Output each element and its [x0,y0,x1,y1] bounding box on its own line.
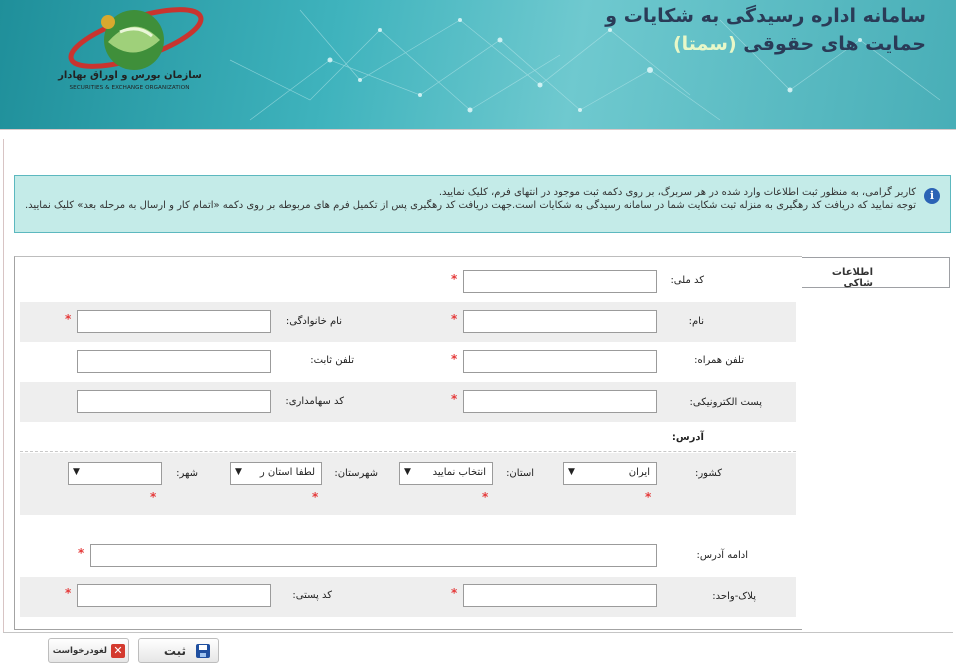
plaque-label: پلاک-واحد: [712,591,756,602]
address-divider [20,451,796,452]
save-icon [196,644,210,658]
title-line-1: سامانه اداره رسیدگی به شکایات و [605,5,926,27]
postal-code-input[interactable] [77,584,271,607]
country-value: ایران [628,467,650,478]
required-mark: * [150,490,157,504]
mobile-label: تلفن همراه: [694,355,744,366]
submit-label: ثبت [163,644,186,658]
province-label: استان: [506,468,534,479]
required-mark: * [645,490,652,504]
email-label: پست الکترونیکی: [689,397,762,408]
required-mark: * [451,272,458,286]
shareholder-code-label: کد سهامداری: [285,396,344,407]
notice-line-1: کاربر گرامی، به منظور ثبت اطلاعات وارد ش… [438,187,916,198]
notice-text: کاربر گرامی، به منظور ثبت اطلاعات وارد ش… [21,186,916,212]
dropdown-arrow-icon: ▼ [404,467,411,477]
county-value: لطفا استان ر [259,467,315,478]
national-code-label: کد ملی: [670,275,704,286]
required-mark: * [482,490,489,504]
county-select[interactable]: لطفا استان ر ▼ [230,462,322,485]
required-mark: * [451,352,458,366]
cancel-icon: ✕ [111,644,125,658]
required-mark: * [312,490,319,504]
city-label: شهر: [176,468,198,479]
phone-label: تلفن ثابت: [310,355,354,366]
last-name-input[interactable] [77,310,271,333]
province-value: انتخاب نمایید [432,467,486,478]
national-code-input[interactable] [463,270,657,293]
address-more-label: ادامه آدرس: [696,550,748,561]
system-title: سامانه اداره رسیدگی به شکایات و حمایت ها… [605,2,926,58]
county-label: شهرستان: [334,468,378,479]
dropdown-arrow-icon: ▼ [73,467,80,477]
city-select[interactable]: ▼ [68,462,162,485]
required-mark: * [65,312,72,326]
required-mark: * [451,312,458,326]
mobile-input[interactable] [463,350,657,373]
title-abbreviation: (سمتا) [672,33,737,55]
cancel-label: لغودرخواست [52,646,107,656]
country-select[interactable]: ایران ▼ [563,462,657,485]
submit-button[interactable]: ثبت [138,638,219,663]
tab-label: اطلاعات شاکی [831,267,873,289]
title-line-2: حمایت های حقوقی (سمتا) [605,30,926,58]
info-icon: i [924,188,940,204]
tab-complainant-info[interactable]: اطلاعات شاکی [802,257,950,289]
page-header: سازمان بورس و اوراق بهادار SECURITIES & … [0,0,956,129]
dropdown-arrow-icon: ▼ [235,467,242,477]
org-name-en: SECURITIES & EXCHANGE ORGANIZATION [69,85,190,91]
phone-input[interactable] [77,350,271,373]
first-name-label: نام: [688,316,704,327]
country-label: کشور: [694,468,722,479]
last-name-label: نام خانوادگی: [285,316,342,327]
required-mark: * [78,546,85,560]
address-more-input[interactable] [90,544,657,567]
seo-logo-icon [68,7,204,70]
org-name-fa: سازمان بورس و اوراق بهادار [58,70,202,81]
plaque-input[interactable] [463,584,657,607]
required-mark: * [451,586,458,600]
dropdown-arrow-icon: ▼ [568,467,575,477]
address-heading: آدرس: [671,432,704,443]
first-name-input[interactable] [463,310,657,333]
required-mark: * [451,392,458,406]
postal-code-label: کد پستی: [292,590,332,601]
footer-divider [3,632,953,633]
cancel-request-button[interactable]: ✕ لغودرخواست [48,638,129,663]
required-mark: * [65,586,72,600]
info-notice: i کاربر گرامی، به منظور ثبت اطلاعات وارد… [14,175,951,233]
notice-line-2: توجه نمایید که دریافت کد رهگیری به منزله… [25,200,916,211]
title-line-2-prefix: حمایت های حقوقی [736,33,926,55]
shareholder-code-input[interactable] [77,390,271,413]
province-select[interactable]: انتخاب نمایید ▼ [399,462,493,485]
email-input[interactable] [463,390,657,413]
